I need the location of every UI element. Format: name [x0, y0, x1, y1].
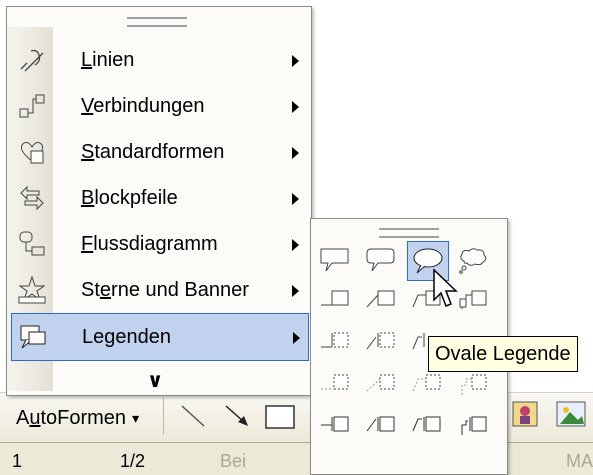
autoformen-button[interactable]: AutoFormen ▾ [10, 398, 145, 438]
rectangular-callout[interactable] [315, 241, 355, 279]
stars-banners-icon [18, 275, 46, 304]
callouts-icon [20, 325, 46, 349]
connectors-icon [19, 94, 45, 118]
menu-item-legenden[interactable]: Legenden [11, 313, 309, 361]
menu-item-linien[interactable]: Linien [11, 37, 307, 83]
tooltip-ovale-legende: Ovale Legende [428, 336, 578, 372]
expand-menu-chevron-icon[interactable]: ∨ [147, 368, 163, 393]
line-callout-2[interactable] [361, 281, 401, 319]
flowchart-icon [19, 231, 45, 256]
submenu-arrow-icon [292, 147, 299, 159]
menu-item-label: Standardformen [81, 141, 225, 163]
border-callout-1[interactable] [315, 365, 355, 403]
menu-item-sterne-und-banner[interactable]: Sterne und Banner [11, 267, 307, 313]
accent-border-callout-1[interactable] [315, 407, 355, 445]
basic-shapes-icon [21, 141, 44, 164]
menu-item-label: Linien [81, 49, 135, 71]
accent-callout-1[interactable] [315, 323, 355, 361]
submenu-arrow-icon [292, 101, 299, 113]
accent-border-callout-3[interactable] [407, 407, 447, 445]
rectangle-tool-icon[interactable] [262, 400, 298, 432]
menu-item-blockpfeile[interactable]: Blockpfeile [11, 175, 307, 221]
status-section: 1/2 [120, 451, 146, 471]
arrow-tool-icon[interactable] [222, 400, 252, 432]
autoformen-label: AutoFormen [16, 406, 127, 429]
autoformen-menu: Linien Verbindungen Standardformen Block… [6, 6, 312, 396]
picture-icon[interactable] [554, 398, 588, 430]
menu-item-standardformen[interactable]: Standardformen [11, 129, 307, 175]
submenu-arrow-icon [292, 193, 299, 205]
border-callout-2[interactable] [361, 365, 401, 403]
submenu-arrow-icon [292, 285, 299, 297]
accent-callout-2[interactable] [361, 323, 401, 361]
menu-item-label: Verbindungen [81, 95, 205, 117]
menu-item-flussdiagramm[interactable]: Flussdiagramm [11, 221, 307, 267]
status-position: Bei [220, 451, 247, 471]
submenu-drag-handle[interactable] [379, 228, 439, 238]
submenu-arrow-icon [292, 239, 299, 251]
accent-border-callout-4[interactable] [453, 407, 493, 445]
mouse-cursor-icon [433, 268, 458, 307]
menu-item-label: Blockpfeile [81, 187, 178, 209]
accent-border-callout-2[interactable] [361, 407, 401, 445]
line-callout-1[interactable] [315, 281, 355, 319]
menu-drag-handle[interactable] [127, 17, 187, 27]
rounded-rectangular-callout[interactable] [361, 241, 401, 279]
line-callout-4[interactable] [453, 281, 493, 319]
toolbar-separator [163, 398, 164, 434]
status-page: 1 [12, 451, 23, 471]
lines-icon [20, 49, 44, 72]
menu-item-label: Flussdiagramm [81, 233, 218, 255]
status-macro: MA [566, 451, 593, 471]
menu-item-label: Sterne und Banner [81, 279, 249, 301]
cloud-callout[interactable] [453, 241, 493, 279]
submenu-arrow-icon [292, 55, 299, 67]
clipart-icon[interactable] [510, 398, 540, 430]
menu-item-label: Legenden [82, 326, 171, 348]
submenu-arrow-icon [293, 332, 300, 344]
block-arrows-icon [20, 185, 44, 211]
line-tool-icon[interactable] [178, 400, 208, 432]
menu-item-verbindungen[interactable]: Verbindungen [11, 83, 307, 129]
dropdown-arrow-icon: ▾ [132, 409, 140, 426]
